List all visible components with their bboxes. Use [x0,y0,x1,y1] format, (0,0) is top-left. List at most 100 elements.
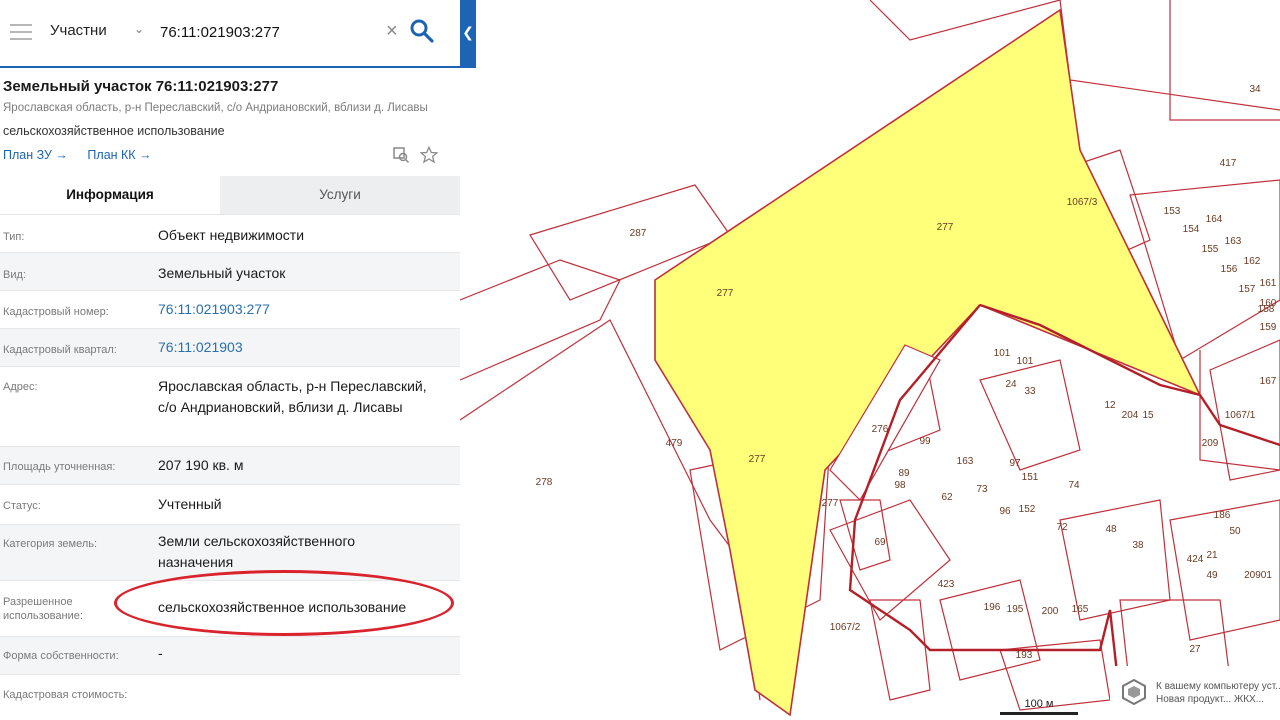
parcel-number-label: 73 [976,484,988,495]
info-value: Учтенный [158,496,222,512]
info-value: Ярославская область, р-н Переславский, с… [158,378,427,415]
clear-icon[interactable]: × [386,20,398,43]
parcel-number-label: 196 [984,602,1001,613]
parcel-number-label: 154 [1183,224,1200,235]
search-icon[interactable] [408,17,436,45]
parcel-number-label: 278 [536,477,553,488]
parcel-number-label: 193 [1016,650,1033,661]
parcel-number-label: 89 [898,468,910,479]
parcel-number-label: 479 [666,438,683,449]
highlight-ellipse [114,570,454,636]
info-row-area: Площадь уточненная: 207 190 кв. м [0,446,460,484]
parcel-number-label: 162 [1244,256,1261,267]
info-value: Земли сельскохозяйственного назначения [158,533,356,570]
scale-label: 100 м [1024,698,1054,710]
parcel-number-label: 20901 [1244,570,1272,581]
parcel-number-label: 48 [1105,524,1117,535]
parcel-boundary [869,599,931,701]
info-label: Категория земель: [3,538,98,550]
info-row-cadastral-value: Кадастровая стоимость: [0,674,460,720]
parcel-boundary [1059,499,1171,621]
parcel-number-label: 204 [1122,410,1139,421]
parcel-number-label: 163 [957,456,974,467]
parcel-number-label: 287 [630,228,647,239]
parcel-number-label: 424 [1187,554,1204,565]
plan-zu-link[interactable]: План ЗУ → [3,148,68,162]
parcel-number-label: 74 [1068,480,1080,491]
info-label: Статус: [3,500,41,512]
collapse-panel-button[interactable]: ❮ [460,0,476,68]
star-icon[interactable] [419,145,439,164]
parcel-number-label: 163 [1225,236,1242,247]
info-value: 207 190 кв. м [158,457,244,473]
parcel-number-label: 155 [1202,244,1219,255]
parcel-number-label: 38 [1132,540,1144,551]
parcel-number-label: 200 [1042,606,1059,617]
info-label: Разрешенное использование: [3,596,83,622]
cadastral-number-link[interactable]: 76:11:021903:277 [158,299,448,320]
info-value: Объект недвижимости [158,227,305,243]
parcel-boundary [939,579,1041,681]
parcel-number-label: 165 [1072,604,1089,615]
menu-icon[interactable] [10,24,32,42]
info-label: Площадь уточненная: [3,461,116,473]
parcel-number-label: 24 [1005,379,1017,390]
cadastral-map[interactable]: 277 277 277 277 287 278 479 276 34 417 1067/3 1067/… [460,0,1280,720]
parcel-number-label: 159 [1260,322,1277,333]
rosreestr-logo-icon [1122,678,1146,706]
info-row-quarter: Кадастровый квартал: 76:11:021903 [0,328,460,366]
info-label: Вид: [3,269,26,281]
parcel-number-label: 49 [1206,570,1218,581]
object-title: Земельный участок 76:11:021903:277 [3,78,279,95]
parcel-number-label: 62 [941,492,953,503]
info-label: Тип: [3,231,25,243]
parcel-number-label: 277 [822,498,839,509]
service-notice: К вашему компьютеру уст... Новая продукт… [1110,666,1280,720]
parcel-number-label: 72 [1056,522,1068,533]
parcel-number-label: 164 [1206,214,1223,225]
object-address: Ярославская область, р-н Переславский, с… [3,102,428,114]
parcel-number-label: 69 [874,537,886,548]
parcel-number-label: 160 [1260,298,1277,309]
tab-info[interactable]: Информация [0,176,220,214]
map-view[interactable]: 277 277 277 277 287 278 479 276 34 417 1067/3 1067/… [460,0,1280,720]
plan-kk-link[interactable]: План КК → [87,148,151,162]
parcel-boundary [460,259,621,381]
parcel-number-label: 96 [999,506,1011,517]
info-row-address: Адрес: Ярославская область, р-н Переслав… [0,366,460,446]
parcel-number-label: 33 [1024,386,1036,397]
info-label: Адрес: [3,381,38,393]
parcel-number-label: 50 [1229,526,1241,537]
search-input[interactable] [158,14,387,50]
parcel-number-label: 1067/3 [1067,197,1098,208]
info-value: - [158,645,163,661]
tabs: Информация Услуги [0,176,460,214]
info-row-type: Тип: Объект недвижимости [0,214,460,252]
info-label: Кадастровый квартал: [3,344,117,356]
parcel-number-label: 1067/2 [830,622,861,633]
search-filter[interactable]: Участни [50,22,107,39]
tab-services[interactable]: Услуги [220,176,460,214]
parcel-number-label: 195 [1007,604,1024,615]
parcel-number-label: 209 [1202,438,1219,449]
parcel-number-label: 99 [919,436,931,447]
cadastral-quarter-link[interactable]: 76:11:021903 [158,337,448,358]
zoom-to-object-icon[interactable] [392,146,410,164]
parcel-number-label: 167 [1260,376,1277,387]
parcel-number-label: 423 [938,579,955,590]
parcel-number-label: 277 [749,454,766,465]
info-label: Кадастровая стоимость: [3,689,128,701]
parcel-number-label: 1067/1 [1225,410,1256,421]
parcel-number-label: 101 [994,348,1011,359]
object-use: сельскохозяйственное использование [3,124,225,138]
search-bar: Участни ⌄ × [0,0,460,68]
parcel-number-label: 98 [894,480,906,491]
info-label: Кадастровый номер: [3,306,109,318]
parcel-number-label: 161 [1260,278,1277,289]
info-panel: Участни ⌄ × Земельный участок 76:11:0219… [0,0,460,720]
parcel-number-label: 186 [1214,510,1231,521]
info-row-cadastral-number: Кадастровый номер: 76:11:021903:277 [0,290,460,328]
parcel-number-label: 97 [1009,458,1021,469]
chevron-down-icon[interactable]: ⌄ [134,22,144,36]
parcel-number-label: 151 [1022,472,1039,483]
